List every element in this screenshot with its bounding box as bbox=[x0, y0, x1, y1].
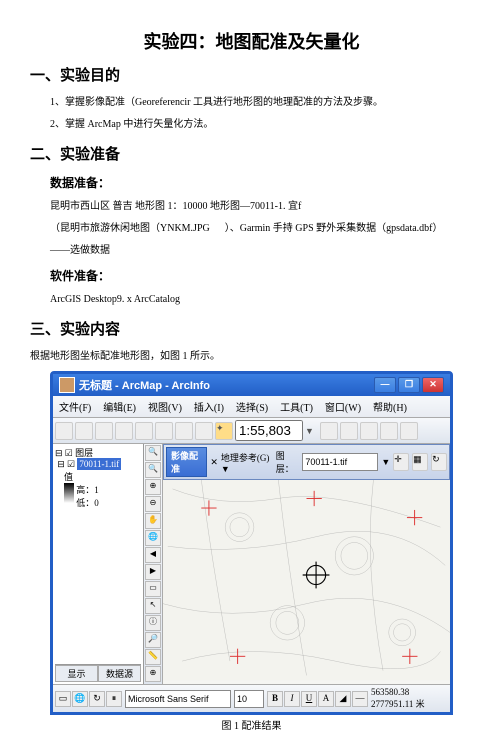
pointer-icon[interactable]: ↖ bbox=[145, 598, 161, 614]
font-size-select[interactable] bbox=[234, 690, 264, 708]
titlebar: 无标题 - ArcMap - ArcInfo — ❐ ✕ bbox=[53, 374, 450, 396]
georef-menu[interactable]: 地理参考(G) ▼ bbox=[221, 451, 273, 474]
arctoolbox-button[interactable] bbox=[340, 422, 358, 440]
software-prep-heading: 软件准备： bbox=[50, 267, 473, 284]
section-2-heading: 二、实验准备 bbox=[30, 143, 473, 164]
paste-button[interactable] bbox=[175, 422, 193, 440]
help-button[interactable] bbox=[400, 422, 418, 440]
menu-insert[interactable]: 插入(I) bbox=[192, 398, 226, 415]
software-line: ArcGIS Desktop9. x ArcCatalog bbox=[50, 292, 473, 308]
new-button[interactable] bbox=[55, 422, 73, 440]
georeferencing-toolbar: 影像配准 ✕ 地理参考(G) ▼ 图层： ▼ ✛ ▦ ↻ bbox=[163, 444, 450, 480]
s1-item1: 1、掌握影像配准（Georeferencir 工具进行地形图的地理配准的方法及步… bbox=[50, 95, 473, 111]
pan-icon[interactable]: ✋ bbox=[145, 513, 161, 529]
toc-root[interactable]: 图层 bbox=[75, 448, 93, 458]
figure-caption: 图 1 配准结果 bbox=[30, 717, 473, 732]
full-extent-icon[interactable]: 🌐 bbox=[145, 530, 161, 546]
font-color-icon[interactable]: A bbox=[318, 691, 334, 707]
section-1-heading: 一、实验目的 bbox=[30, 64, 473, 85]
menu-file[interactable]: 文件(F) bbox=[57, 398, 93, 415]
data-prep-heading: 数据准备： bbox=[50, 174, 473, 191]
fixed-zoom-out-icon[interactable]: ⊖ bbox=[145, 496, 161, 512]
data-view-icon[interactable]: 🌐 bbox=[72, 691, 88, 707]
layout-view-icon[interactable]: ▭ bbox=[55, 691, 71, 707]
maximize-button[interactable]: ❐ bbox=[398, 377, 420, 393]
toc-panel: ⊟ ☑ 图层 ⊟ ☑ 70011-1.tif 值 高：1 低：0 显示 数据源 bbox=[53, 444, 144, 684]
layer-low: 低：0 bbox=[76, 498, 99, 508]
georef-dropdown-icon[interactable]: ▼ bbox=[381, 457, 390, 467]
undo-button[interactable] bbox=[195, 422, 213, 440]
copy-button[interactable] bbox=[155, 422, 173, 440]
scale-dropdown-icon[interactable]: ▼ bbox=[305, 426, 314, 436]
main-toolbar: ✦ ▼ bbox=[53, 418, 450, 444]
zoom-in-icon[interactable]: 🔍 bbox=[145, 445, 161, 461]
s1-item2: 2、掌握 ArcMap 中进行矢量化方法。 bbox=[50, 117, 473, 133]
rotate-icon[interactable]: ↻ bbox=[431, 453, 447, 471]
line-color-icon[interactable]: — bbox=[352, 691, 368, 707]
tools-toolbar: 🔍 🔍 ⊕ ⊖ ✋ 🌐 ◀ ▶ ▭ ↖ ⓘ 🔎 📏 ⊕ bbox=[144, 444, 163, 684]
fill-color-icon[interactable]: ◢ bbox=[335, 691, 351, 707]
menu-tools[interactable]: 工具(T) bbox=[278, 398, 315, 415]
menu-select[interactable]: 选择(S) bbox=[234, 398, 270, 415]
italic-icon[interactable]: I bbox=[284, 691, 300, 707]
toc-tab-source[interactable]: 数据源 bbox=[98, 665, 141, 682]
window-title: 无标题 - ArcMap - ArcInfo bbox=[79, 377, 210, 393]
add-control-point-icon[interactable]: ✛ bbox=[393, 453, 409, 471]
minimize-button[interactable]: — bbox=[374, 377, 396, 393]
layer-value-label: 值 bbox=[64, 472, 73, 482]
menu-window[interactable]: 窗口(W) bbox=[323, 398, 363, 415]
app-icon bbox=[59, 377, 75, 393]
add-data-button[interactable]: ✦ bbox=[215, 422, 233, 440]
georef-close-icon[interactable]: ✕ bbox=[210, 457, 218, 468]
save-button[interactable] bbox=[95, 422, 113, 440]
georef-layer-input[interactable] bbox=[302, 453, 378, 471]
model-button[interactable] bbox=[380, 422, 398, 440]
georef-title: 影像配准 bbox=[166, 447, 207, 477]
scale-input[interactable] bbox=[235, 420, 303, 441]
cut-button[interactable] bbox=[135, 422, 153, 440]
doc-title: 实验四：地图配准及矢量化 bbox=[30, 28, 473, 54]
open-button[interactable] bbox=[75, 422, 93, 440]
coordinates-readout: 563580.38 2777951.11 米 bbox=[371, 687, 448, 710]
data-line2: （昆明市旅游休闲地图（YNKM.JPG ）、Garmin 手持 GPS 野外采集… bbox=[50, 221, 473, 237]
georef-layer-label: 图层： bbox=[276, 449, 300, 475]
find-icon[interactable]: 🔎 bbox=[145, 632, 161, 648]
menubar: 文件(F) 编辑(E) 视图(V) 插入(I) 选择(S) 工具(T) 窗口(W… bbox=[53, 396, 450, 418]
prev-extent-icon[interactable]: ◀ bbox=[145, 547, 161, 563]
font-select[interactable] bbox=[125, 690, 231, 708]
data-line3: ——选做数据 bbox=[50, 243, 473, 259]
data-line1: 昆明市西山区 普吉 地形图 1：10000 地形图—70011-1. 宜f bbox=[50, 199, 473, 215]
xy-icon[interactable]: ⊕ bbox=[145, 666, 161, 682]
status-bar: ▭ 🌐 ↻ ⏸ B I U A ◢ — 563580.38 2777951.11… bbox=[53, 684, 450, 712]
link-table-icon[interactable]: ▦ bbox=[412, 453, 428, 471]
arcmap-window: 无标题 - ArcMap - ArcInfo — ❐ ✕ 文件(F) 编辑(E)… bbox=[50, 371, 453, 715]
close-button[interactable]: ✕ bbox=[422, 377, 444, 393]
refresh-icon[interactable]: ↻ bbox=[89, 691, 105, 707]
fixed-zoom-in-icon[interactable]: ⊕ bbox=[145, 479, 161, 495]
underline-icon[interactable]: U bbox=[301, 691, 317, 707]
arccatalog-button[interactable] bbox=[320, 422, 338, 440]
map-view[interactable]: 影像配准 ✕ 地理参考(G) ▼ 图层： ▼ ✛ ▦ ↻ bbox=[163, 444, 450, 684]
select-icon[interactable]: ▭ bbox=[145, 581, 161, 597]
section-3-heading: 三、实验内容 bbox=[30, 318, 473, 339]
identify-icon[interactable]: ⓘ bbox=[145, 615, 161, 631]
layer-high: 高：1 bbox=[76, 485, 99, 495]
menu-view[interactable]: 视图(V) bbox=[146, 398, 184, 415]
pause-icon[interactable]: ⏸ bbox=[106, 691, 122, 707]
zoom-out-icon[interactable]: 🔍 bbox=[145, 462, 161, 478]
map-image bbox=[163, 466, 450, 684]
bold-icon[interactable]: B bbox=[267, 691, 283, 707]
measure-icon[interactable]: 📏 bbox=[145, 649, 161, 665]
layer-item[interactable]: 70011-1.tif bbox=[77, 458, 121, 470]
print-button[interactable] bbox=[115, 422, 133, 440]
cmd-button[interactable] bbox=[360, 422, 378, 440]
menu-help[interactable]: 帮助(H) bbox=[371, 398, 409, 415]
s3-desc: 根据地形图坐标配准地形图，如图 1 所示。 bbox=[30, 349, 473, 365]
next-extent-icon[interactable]: ▶ bbox=[145, 564, 161, 580]
menu-edit[interactable]: 编辑(E) bbox=[101, 398, 138, 415]
toc-tab-display[interactable]: 显示 bbox=[55, 665, 98, 682]
